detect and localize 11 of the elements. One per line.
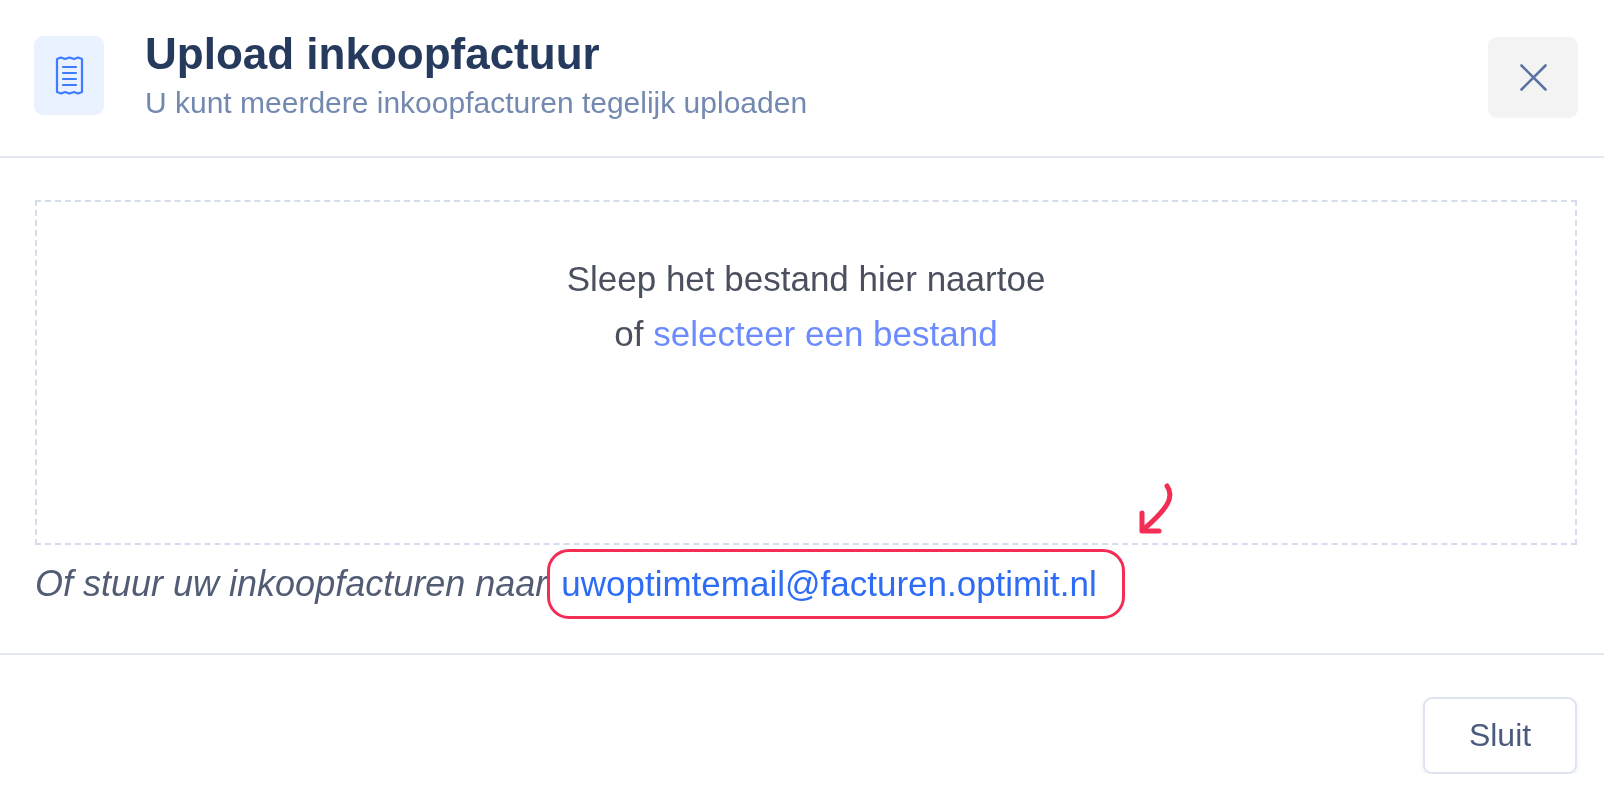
email-instruction: Of stuur uw inkoopfacturen naar uwoptimtemail@facturen.optimit.nl xyxy=(35,564,1577,604)
receipt-icon xyxy=(34,36,104,115)
select-file-prompt: of selecteer een bestand xyxy=(613,313,999,355)
close-button[interactable] xyxy=(1488,37,1578,118)
drop-prompt: Sleep het bestand hier naartoe xyxy=(565,258,1047,300)
dialog-title: Upload inkoopfactuur xyxy=(145,30,601,78)
dialog-subtitle: U kunt meerdere inkoopfacturen tegelijk uploaden xyxy=(145,85,808,121)
close-icon xyxy=(1519,64,1547,91)
drop-zone[interactable]: Sleep het bestand hier naartoe of selecteer een bestand xyxy=(35,200,1577,545)
sluit-button[interactable]: Sluit xyxy=(1423,697,1577,774)
email-link[interactable]: uwoptimtemail@facturen.optimit.nl xyxy=(561,564,1097,604)
